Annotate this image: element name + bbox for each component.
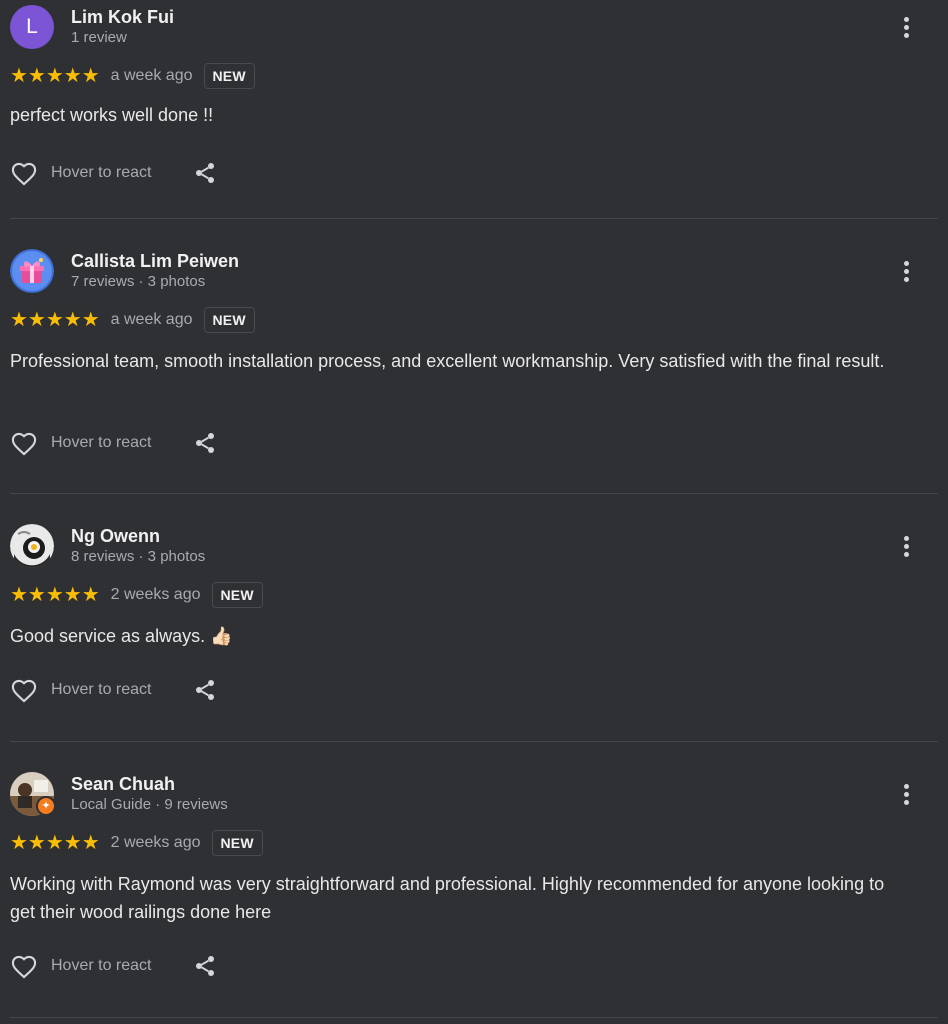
heart-outline-icon: [11, 955, 37, 979]
review-time: a week ago: [110, 311, 193, 328]
review-header: Callista Lim Peiwen 7 reviews · 3 photos: [10, 248, 239, 294]
new-badge: NEW: [203, 307, 255, 333]
star-rating: ★★★★★: [10, 65, 100, 87]
new-badge: NEW: [203, 63, 255, 89]
more-vertical-icon[interactable]: [896, 779, 916, 809]
react-label: Hover to react: [51, 164, 152, 181]
divider: [10, 1017, 938, 1018]
react-label: Hover to react: [51, 681, 152, 698]
review-text: Good service as always. 👍🏻: [10, 626, 233, 646]
star-rating: ★★★★★: [10, 309, 100, 331]
review-meta: ★★★★★ a week ago NEW: [10, 305, 255, 335]
share-icon: [196, 163, 215, 183]
avatar[interactable]: [10, 249, 54, 293]
react-button[interactable]: Hover to react: [10, 953, 151, 979]
share-icon: [196, 680, 215, 700]
react-label: Hover to react: [51, 434, 152, 451]
local-guide-badge-icon: ✦: [36, 796, 56, 816]
react-label: Hover to react: [51, 957, 152, 974]
review-actions: Hover to react: [10, 674, 217, 706]
review-actions: Hover to react: [10, 427, 217, 459]
react-button[interactable]: Hover to react: [10, 677, 151, 703]
avatar[interactable]: L: [10, 5, 54, 49]
review-time: a week ago: [110, 67, 193, 84]
avatar[interactable]: ✦: [10, 772, 56, 816]
reviewer-stats: 8 reviews · 3 photos: [71, 548, 206, 565]
reviewer-stats: 7 reviews · 3 photos: [71, 273, 206, 290]
review-text: perfect works well done !!: [10, 105, 214, 125]
heart-outline-icon: [11, 432, 37, 456]
review-meta: ★★★★★ a week ago NEW: [10, 61, 255, 91]
star-rating: ★★★★★: [10, 584, 100, 606]
new-badge: NEW: [211, 830, 263, 856]
more-vertical-icon[interactable]: [896, 12, 916, 42]
share-icon: [196, 956, 215, 976]
share-button[interactable]: [193, 431, 217, 455]
share-button[interactable]: [193, 954, 217, 978]
heart-outline-icon: [11, 679, 37, 703]
star-rating: ★★★★★: [10, 832, 100, 854]
more-vertical-icon[interactable]: [896, 531, 916, 561]
reviewer-name[interactable]: Ng Owenn: [71, 525, 205, 547]
share-button[interactable]: [193, 678, 217, 702]
review-card: Callista Lim Peiwen 7 reviews · 3 photos…: [0, 219, 948, 494]
share-button[interactable]: [193, 161, 217, 185]
review-card: Ng Owenn 8 reviews · 3 photos ★★★★★ 2 we…: [0, 494, 948, 742]
review-actions: Hover to react: [10, 950, 217, 982]
review-meta: ★★★★★ 2 weeks ago NEW: [10, 580, 263, 610]
reviewer-name[interactable]: Callista Lim Peiwen: [71, 250, 239, 272]
reviewer-stats: Local Guide · 9 reviews: [71, 796, 228, 813]
reviewer-name[interactable]: Sean Chuah: [71, 773, 228, 795]
review-card: L Lim Kok Fui 1 review ★★★★★ a week ago …: [0, 0, 948, 219]
share-icon: [196, 433, 215, 453]
review-meta: ★★★★★ 2 weeks ago NEW: [10, 828, 263, 858]
review-text: Working with Raymond was very straightfo…: [10, 874, 885, 922]
review-time: 2 weeks ago: [110, 586, 201, 603]
heart-outline-icon: [11, 162, 37, 186]
review-actions: Hover to react: [10, 157, 217, 189]
more-vertical-icon[interactable]: [896, 256, 916, 286]
react-button[interactable]: Hover to react: [10, 430, 151, 456]
review-text: Professional team, smooth installation p…: [10, 351, 885, 371]
avatar[interactable]: [10, 524, 54, 568]
reviewer-name[interactable]: Lim Kok Fui: [71, 6, 174, 28]
review-header: Ng Owenn 8 reviews · 3 photos: [10, 523, 205, 569]
reviewer-stats: 1 review: [71, 29, 127, 46]
review-time: 2 weeks ago: [110, 834, 201, 851]
review-header: ✦ Sean Chuah Local Guide · 9 reviews: [10, 771, 228, 817]
new-badge: NEW: [211, 582, 263, 608]
review-header: L Lim Kok Fui 1 review: [10, 4, 174, 50]
review-card: ✦ Sean Chuah Local Guide · 9 reviews ★★★…: [0, 742, 948, 1018]
react-button[interactable]: Hover to react: [10, 160, 151, 186]
